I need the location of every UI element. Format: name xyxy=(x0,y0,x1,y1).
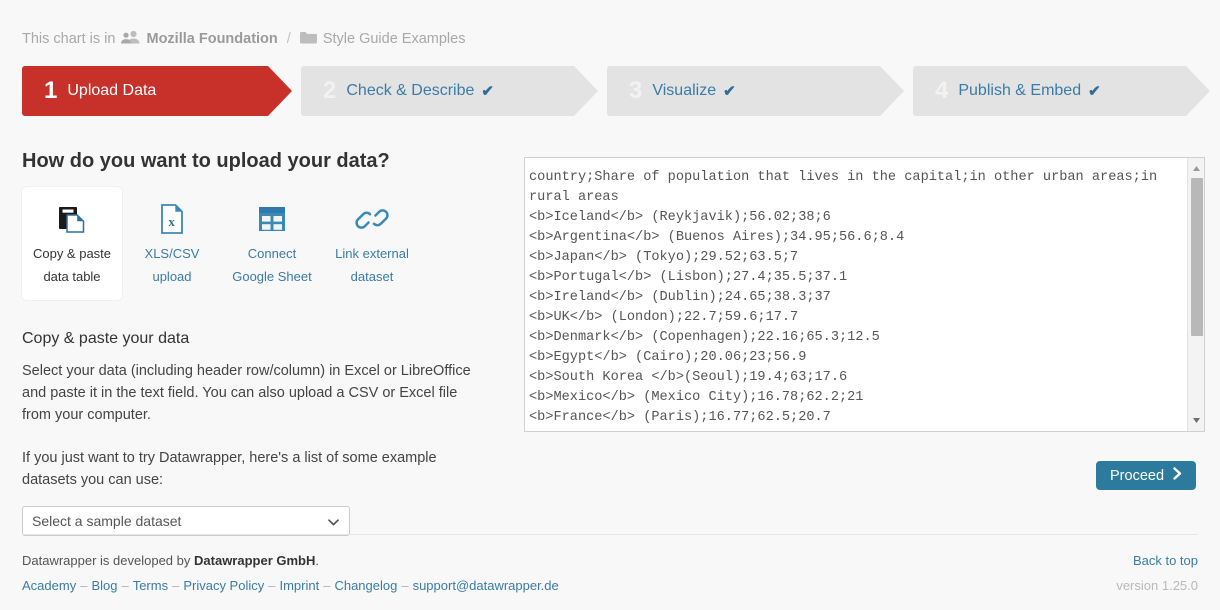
step-check-icon: ✔ xyxy=(1088,83,1101,100)
method-label-line1: Copy & paste xyxy=(32,246,112,261)
chevron-right-icon xyxy=(1173,467,1182,484)
link-icon xyxy=(355,199,389,239)
step-label: Upload Data xyxy=(67,82,157,99)
footer-credit: Datawrapper is developed by Datawrapper … xyxy=(22,551,559,572)
footer-link-privacy-policy[interactable]: Privacy Policy xyxy=(183,578,264,593)
breadcrumb-folder-label: Style Guide Examples xyxy=(322,31,466,47)
scrollbar-thumb[interactable] xyxy=(1191,178,1203,336)
breadcrumb-folder[interactable]: Style Guide Examples xyxy=(299,31,466,48)
step-check-icon: ✔ xyxy=(481,83,494,100)
method-label-line1: Link external xyxy=(335,246,409,261)
upload-method-copy-paste[interactable]: Copy & paste data table xyxy=(22,187,122,300)
triangle-up-icon[interactable] xyxy=(1188,160,1204,177)
step-check-icon: ✔ xyxy=(723,83,736,100)
method-label-line1: Connect xyxy=(247,246,297,261)
breadcrumb: This chart is in Mozilla Foundation / St… xyxy=(22,30,465,48)
upload-data-page: This chart is in Mozilla Foundation / St… xyxy=(0,0,1220,610)
footer-link-blog[interactable]: Blog xyxy=(91,578,117,593)
breadcrumb-team-label: Mozilla Foundation xyxy=(146,31,278,47)
step-upload-data[interactable]: 1 Upload Data xyxy=(22,66,292,116)
footer-right: Back to top version 1.25.0 xyxy=(1116,551,1198,597)
folder-icon xyxy=(299,31,317,48)
svg-text:x: x xyxy=(168,214,175,229)
footer-credit-prefix: Datawrapper is developed by xyxy=(22,553,191,568)
step-check-describe[interactable]: 2 Check & Describe ✔ xyxy=(301,66,598,116)
step-label: Publish & Embed xyxy=(958,82,1082,99)
sample-dataset-select[interactable]: Select a sample dataset xyxy=(22,505,350,536)
step-visualize[interactable]: 3 Visualize ✔ xyxy=(607,66,904,116)
sample-dataset-intro: If you just want to try Datawrapper, her… xyxy=(22,449,437,489)
footer-link-academy[interactable]: Academy xyxy=(22,578,76,593)
step-number: 3 xyxy=(629,77,643,104)
people-icon xyxy=(121,30,140,48)
footer-link-terms[interactable]: Terms xyxy=(133,578,168,593)
back-to-top-link[interactable]: Back to top xyxy=(1133,553,1198,568)
data-input-panel xyxy=(524,157,1205,432)
method-label-line2: Google Sheet xyxy=(232,269,312,285)
footer-link-support-email[interactable]: support@datawrapper.de xyxy=(413,578,559,593)
upload-method-xls-csv[interactable]: x XLS/CSV upload xyxy=(122,187,222,300)
upload-method-list: Copy & paste data table x XLS/CSV upload xyxy=(22,187,500,300)
method-label-line2: data table xyxy=(43,269,101,285)
step-label: Visualize xyxy=(652,82,717,99)
footer-links: Academy – Blog – Terms – Privacy Policy – Imprin… xyxy=(22,577,559,593)
google-sheet-icon xyxy=(255,199,289,239)
section-description: Select your data (including header row/c… xyxy=(22,362,471,424)
footer-credit-suffix: . xyxy=(315,553,320,568)
method-label-line1: XLS/CSV xyxy=(144,246,200,261)
section-title: Copy & paste your data xyxy=(22,329,190,347)
step-number: 1 xyxy=(44,77,58,104)
proceed-label: Proceed xyxy=(1110,467,1165,484)
footer-credit-company: Datawrapper GmbH xyxy=(194,553,316,568)
footer-link-imprint[interactable]: Imprint xyxy=(279,578,319,593)
upload-method-google-sheet[interactable]: Connect Google Sheet xyxy=(222,187,322,300)
footer-link-changelog[interactable]: Changelog xyxy=(334,578,397,593)
step-navigation: 1 Upload Data 2 Check & Describe ✔ 3 Vis… xyxy=(22,66,1210,116)
version-label: version 1.25.0 xyxy=(1116,577,1198,593)
breadcrumb-separator: / xyxy=(286,31,291,47)
sample-dataset-select-wrapper: Select a sample dataset xyxy=(22,505,350,536)
xls-file-icon: x xyxy=(155,199,189,239)
data-textarea[interactable] xyxy=(525,158,1187,431)
step-label: Check & Describe xyxy=(346,82,475,99)
proceed-button[interactable]: Proceed xyxy=(1096,461,1197,490)
step-number: 2 xyxy=(323,77,337,104)
breadcrumb-lead: This chart is in xyxy=(22,31,116,47)
page-title: How do you want to upload your data? xyxy=(22,150,390,172)
triangle-down-icon[interactable] xyxy=(1188,412,1204,429)
method-label-line2: upload xyxy=(152,269,192,285)
breadcrumb-team[interactable]: Mozilla Foundation xyxy=(121,30,278,48)
copy-paste-icon xyxy=(54,199,90,239)
footer-left: Datawrapper is developed by Datawrapper … xyxy=(22,551,559,597)
upload-options-panel: How do you want to upload your data? Cop… xyxy=(22,150,500,536)
step-publish-embed[interactable]: 4 Publish & Embed ✔ xyxy=(913,66,1210,116)
method-label-line2: dataset xyxy=(350,269,394,285)
footer-divider xyxy=(22,534,1198,535)
textarea-scrollbar[interactable] xyxy=(1187,158,1204,431)
step-number: 4 xyxy=(935,77,949,104)
upload-method-link-external[interactable]: Link external dataset xyxy=(322,187,422,300)
